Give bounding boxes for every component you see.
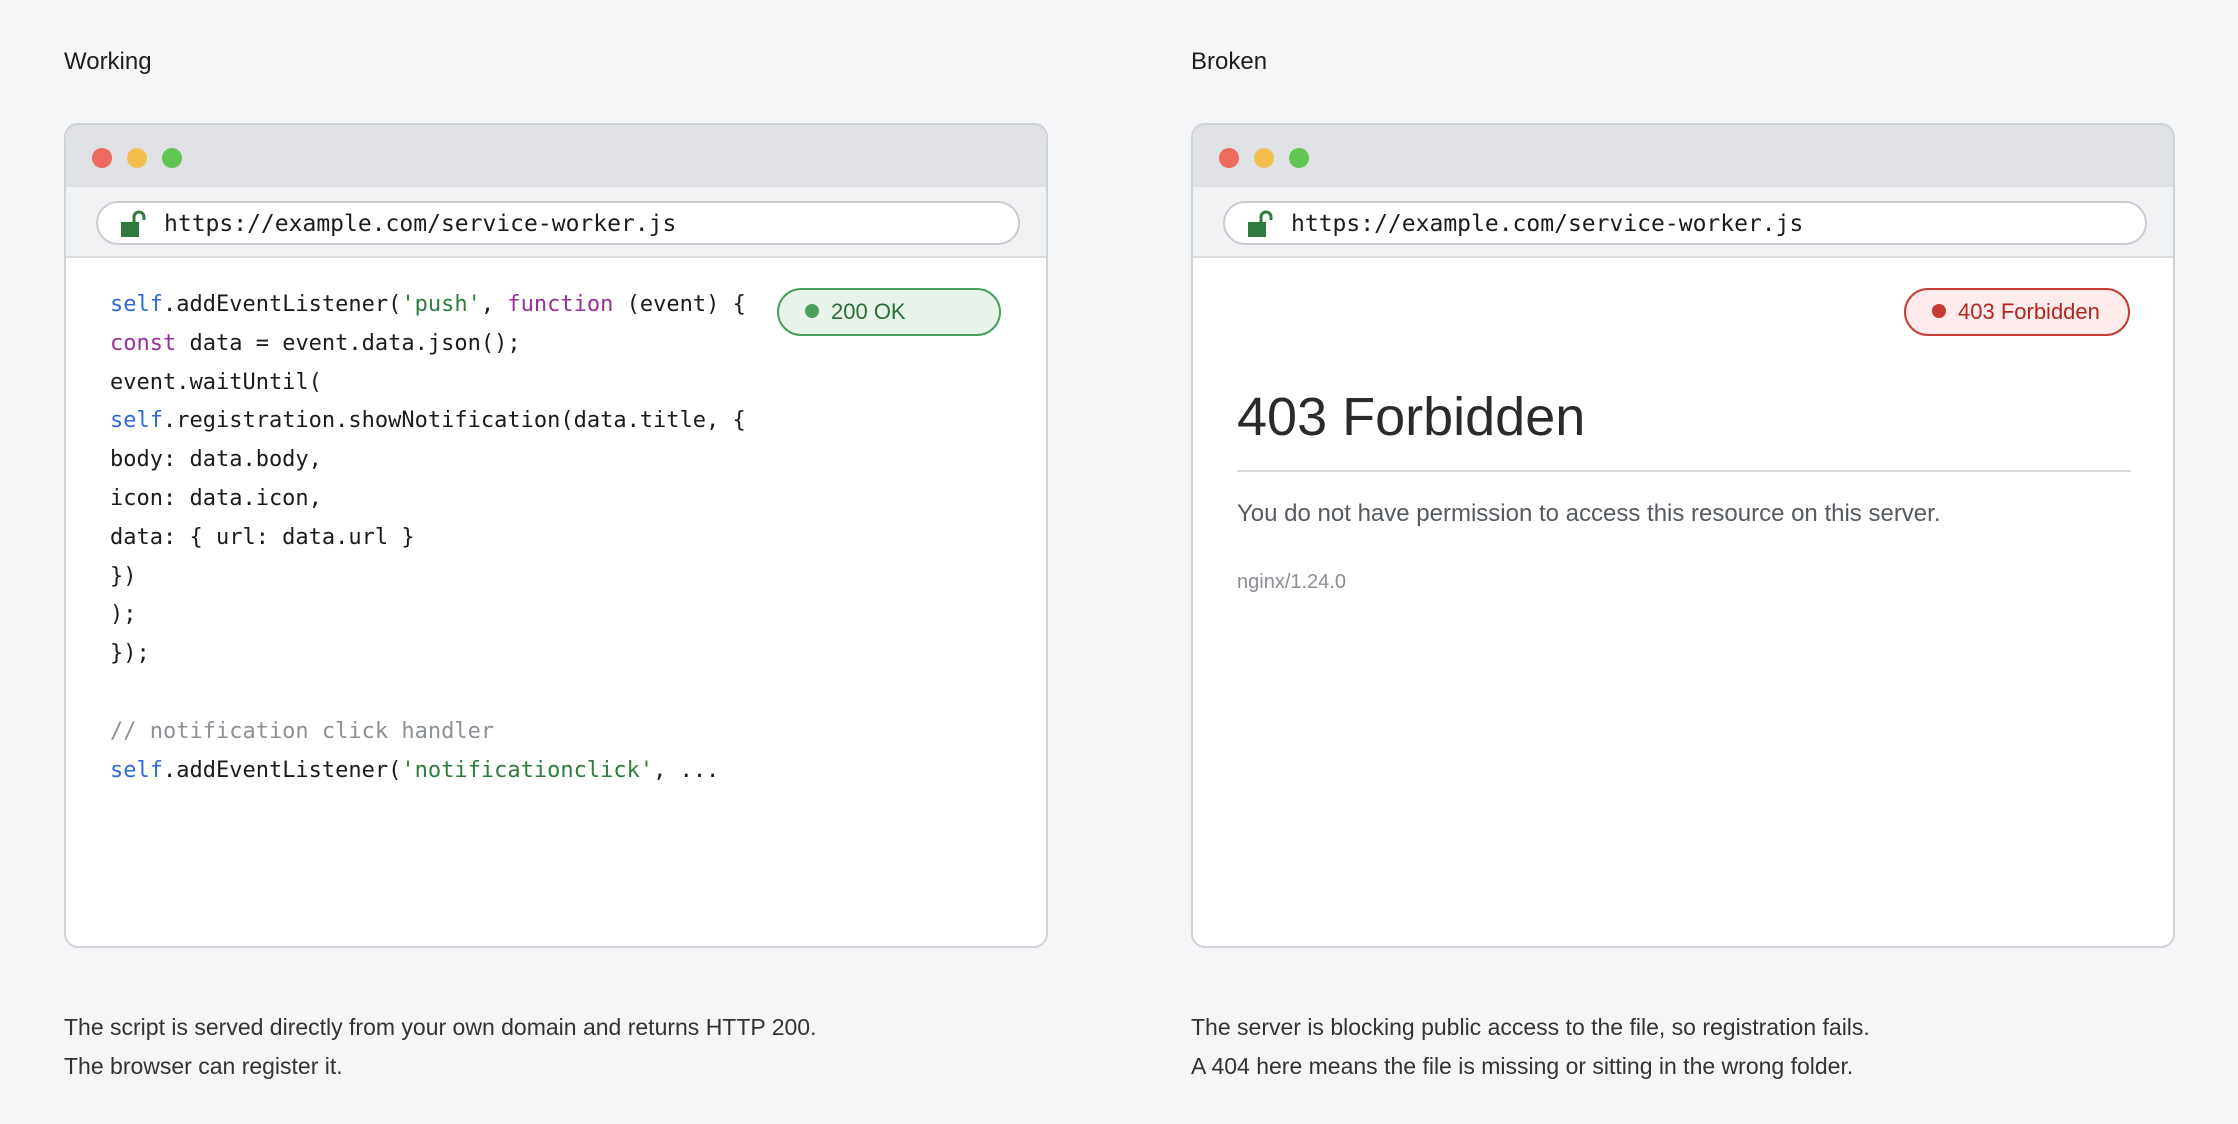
unlocked-padlock-icon[interactable] [1247,210,1273,238]
caption-line: The server is blocking public access to … [1191,1014,1870,1040]
code-line: }) [110,558,746,597]
code-token: }); [110,641,150,667]
caption-line: A 404 here means the file is missing or … [1191,1053,1854,1079]
code-token: , [480,292,508,317]
status-dot-icon [805,304,819,318]
status-badge-label: 403 Forbidden [1958,299,2100,324]
browser-toolbar: https://example.com/service-worker.js [66,187,1046,258]
working-browser-window: https://example.com/service-worker.js se… [64,123,1048,948]
status-badge-label: 200 OK [831,299,906,324]
minimize-dot[interactable] [127,148,147,168]
status-dot-icon [1932,304,1946,318]
server-signature: nginx/1.24.0 [1237,571,1346,593]
code-block: self.addEventListener('push', function (… [110,286,746,790]
status-badge-ok: 200 OK [777,288,1001,336]
code-token: // notification click handler [110,718,495,744]
browser-toolbar: https://example.com/service-worker.js [1193,187,2173,258]
code-line: body: data.body, [110,441,746,480]
broken-panel-title: Broken [1191,48,1268,75]
code-line: // notification click handler [110,713,746,752]
maximize-dot[interactable] [162,148,182,168]
code-token: , ... [653,757,720,783]
code-token: (event) { [613,292,746,317]
code-token: }) [110,563,137,589]
code-token: .addEventListener( [162,757,402,783]
window-titlebar [66,125,1046,187]
code-line: self.addEventListener('notificationclick… [110,752,746,791]
code-token: icon: data.icon, [110,485,322,511]
code-token: data: { url: data.url } [110,524,415,550]
url-text[interactable]: https://example.com/service-worker.js [1291,211,1803,237]
error-heading: 403 Forbidden [1237,387,1586,447]
status-badge-error: 403 Forbidden [1904,288,2130,336]
caption-line: The script is served directly from your … [64,1014,817,1040]
broken-browser-window: https://example.com/service-worker.js 40… [1191,123,2175,948]
code-token: 'notificationclick' [401,757,654,783]
caption-line: The browser can register it. [64,1053,343,1079]
error-message: You do not have permission to access thi… [1237,500,1941,527]
unlocked-padlock-icon[interactable] [120,210,146,238]
close-dot[interactable] [92,148,112,168]
working-caption: The script is served directly from your … [64,1008,817,1086]
code-line: self.registration.showNotification(data.… [110,402,746,441]
code-token: function [507,292,614,317]
code-line: }); [110,635,746,674]
code-token: ); [110,602,137,628]
code-token: body: data.body, [110,447,322,473]
divider [1237,470,2131,472]
code-line: data: { url: data.url } [110,519,746,558]
code-line: ); [110,596,746,635]
code-line: const data = event.data.json(); [110,325,746,364]
code-token: data = event.data.json(); [176,330,521,356]
code-token: .addEventListener( [162,292,402,317]
minimize-dot[interactable] [1254,148,1274,168]
address-bar[interactable]: https://example.com/service-worker.js [1223,201,2147,245]
close-dot[interactable] [1219,148,1239,168]
code-token: event.waitUntil( [110,369,322,395]
code-line: icon: data.icon, [110,480,746,519]
maximize-dot[interactable] [1289,148,1309,168]
code-line: self.addEventListener('push', function (… [110,286,746,325]
window-titlebar [1193,125,2173,187]
code-token: .registration.showNotification(data.titl… [162,408,746,434]
code-token: 'push' [401,292,481,317]
code-token: const [110,330,177,356]
broken-caption: The server is blocking public access to … [1191,1008,1870,1086]
url-text[interactable]: https://example.com/service-worker.js [164,211,676,237]
code-line: event.waitUntil( [110,364,746,403]
code-token: self [110,408,163,434]
working-panel-title: Working [64,48,152,75]
code-token: self [110,757,163,783]
broken-page-content: 403 Forbidden 403 Forbidden You do not h… [1193,258,2173,946]
address-bar[interactable]: https://example.com/service-worker.js [96,201,1020,245]
working-page-content: self.addEventListener('push', function (… [66,258,1046,946]
code-token: self [110,292,163,317]
